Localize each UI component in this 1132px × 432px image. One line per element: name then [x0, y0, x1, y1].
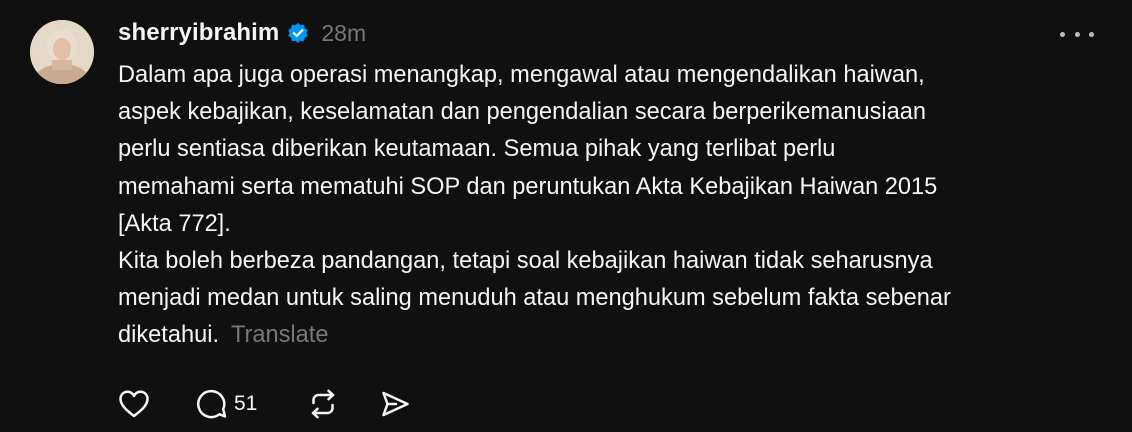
comment-icon [197, 389, 227, 419]
repost-button[interactable] [307, 388, 339, 420]
more-dot-icon [1089, 31, 1094, 37]
post-paragraph: Dalam apa juga operasi menangkap, mengaw… [118, 62, 938, 237]
username[interactable]: sherryibrahim [118, 19, 279, 47]
post-body: Dalam apa juga operasi menangkap, mengaw… [118, 57, 1108, 355]
post-paragraph-last: Kita boleh berbeza pandangan, tetapi soa… [118, 243, 1108, 355]
share-button[interactable] [379, 388, 411, 420]
more-dot-icon [1074, 31, 1080, 37]
timestamp: 28m [321, 19, 367, 46]
translate-link[interactable]: Translate [231, 322, 328, 348]
more-options-button[interactable] [1060, 24, 1094, 44]
heart-icon [119, 390, 149, 418]
comment-button[interactable]: 51 [196, 388, 257, 420]
post-header: sherryibrahim 28m [118, 16, 366, 50]
share-icon [382, 391, 410, 417]
verified-badge-icon [287, 22, 309, 44]
more-dot-icon [1060, 31, 1065, 37]
comment-count: 51 [234, 392, 258, 415]
repost-icon [312, 389, 335, 419]
avatar[interactable] [30, 20, 94, 84]
like-button[interactable] [118, 389, 150, 419]
profile-photo-icon [30, 20, 94, 84]
post-actions: 51 [118, 386, 411, 422]
threads-post: sherryibrahim 28m Dalam apa juga operasi… [0, 0, 1132, 432]
